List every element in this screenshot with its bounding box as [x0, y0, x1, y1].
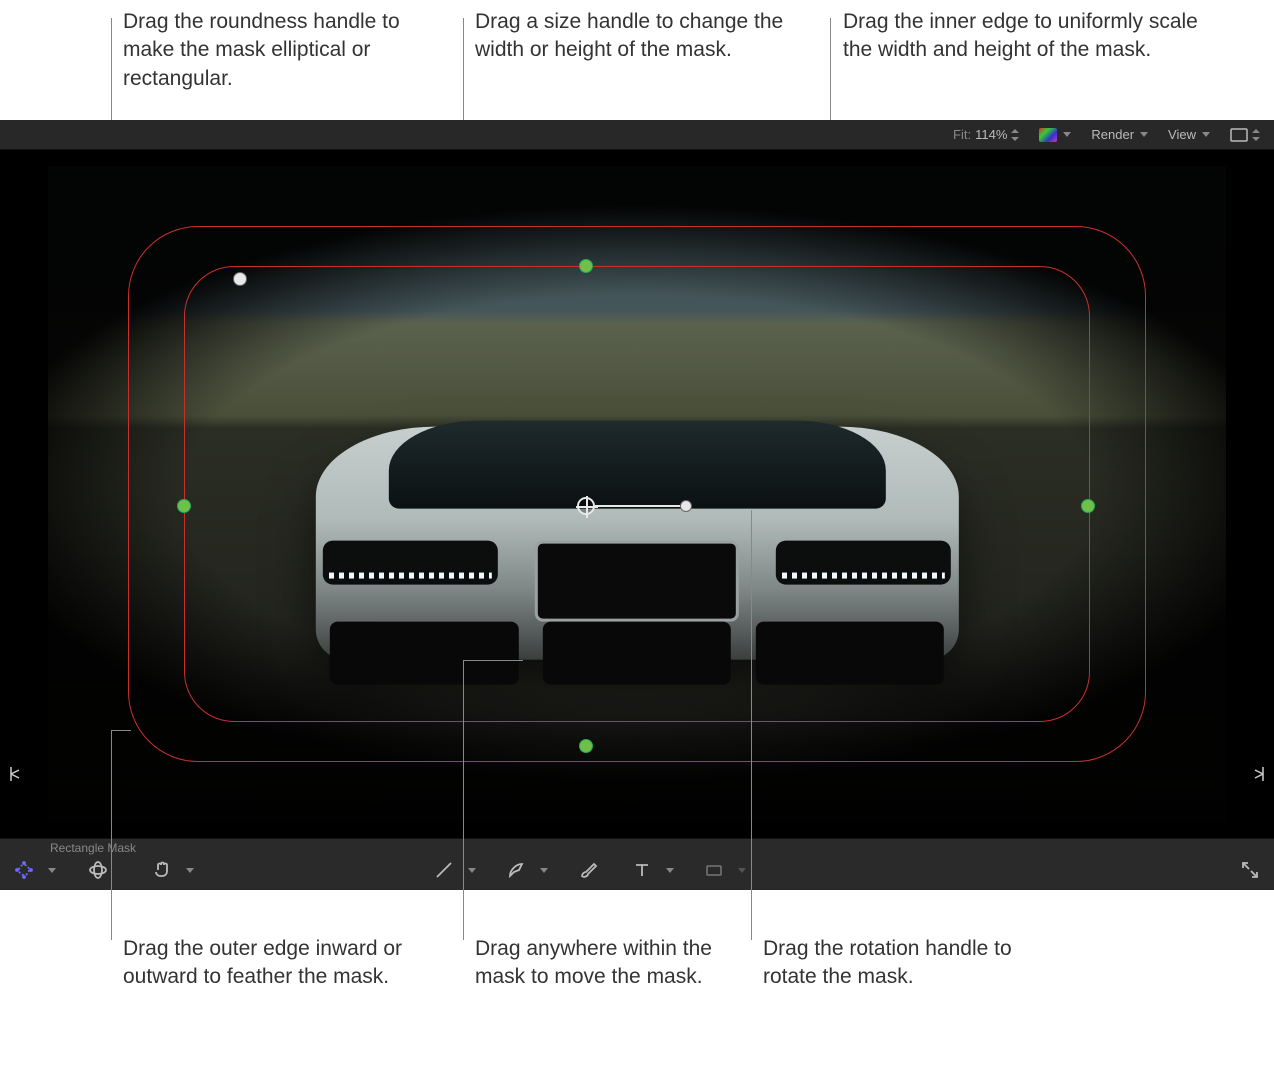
- viewer-overlay-popup[interactable]: [1226, 126, 1264, 144]
- chevron-down-icon: [48, 868, 56, 873]
- motion-canvas-window: Fit: 114% Render View: [0, 120, 1274, 890]
- rectangle-tool[interactable]: [700, 858, 728, 882]
- fullscreen-button[interactable]: [1236, 858, 1264, 882]
- color-channels-icon: [1039, 128, 1057, 142]
- chevron-down-icon: [1140, 132, 1148, 137]
- callout-line: [111, 730, 131, 731]
- stepper-icon: [1252, 129, 1260, 141]
- play-range-out-icon[interactable]: [1254, 766, 1264, 782]
- roundness-handle[interactable]: [234, 273, 246, 285]
- callout-size: Drag a size handle to change the width o…: [475, 8, 805, 65]
- rotation-handle[interactable]: [681, 501, 691, 511]
- fit-value: 114%: [975, 127, 1007, 142]
- world-3d-tool[interactable]: [84, 858, 112, 882]
- callout-line: [751, 510, 752, 940]
- fit-label: Fit:: [953, 127, 971, 142]
- transform-tool[interactable]: [10, 858, 38, 882]
- active-tool-label: Rectangle Mask: [50, 841, 136, 855]
- chevron-down-icon: [1063, 132, 1071, 137]
- chevron-down-icon: [1202, 132, 1210, 137]
- render-label: Render: [1091, 127, 1134, 142]
- rotation-arm: [595, 505, 685, 507]
- zoom-fit-control[interactable]: Fit: 114%: [949, 125, 1023, 144]
- hand-tool[interactable]: [148, 858, 176, 882]
- chevron-down-icon: [738, 868, 746, 873]
- callout-roundness: Drag the roundness handle to make the ma…: [123, 8, 453, 93]
- callout-move: Drag anywhere within the mask to move th…: [475, 935, 735, 992]
- mask-anchor[interactable]: [577, 497, 595, 515]
- view-menu[interactable]: View: [1164, 125, 1214, 144]
- pen-tool[interactable]: [502, 858, 530, 882]
- play-range-markers: [0, 766, 1274, 786]
- callout-outer: Drag the outer edge inward or outward to…: [123, 935, 413, 992]
- callout-line: [463, 660, 523, 661]
- viewer-top-toolbar: Fit: 114% Render View: [0, 120, 1274, 150]
- callout-line: [111, 730, 112, 940]
- render-menu[interactable]: Render: [1087, 125, 1152, 144]
- chevron-down-icon: [540, 868, 548, 873]
- stepper-icon: [1011, 129, 1019, 141]
- chevron-down-icon: [186, 868, 194, 873]
- canvas-bottom-toolbar: Rectangle Mask: [0, 838, 1274, 890]
- car-illustration: [272, 389, 1002, 704]
- view-label: View: [1168, 127, 1196, 142]
- canvas-viewer[interactable]: [0, 150, 1274, 838]
- color-channels-popup[interactable]: [1035, 126, 1075, 144]
- size-handle-bottom[interactable]: [580, 740, 592, 752]
- callout-rotate: Drag the rotation handle to rotate the m…: [763, 935, 1063, 992]
- chevron-down-icon: [666, 868, 674, 873]
- size-handle-left[interactable]: [178, 500, 190, 512]
- overlay-icon: [1230, 128, 1248, 142]
- callout-inner: Drag the inner edge to uniformly scale t…: [843, 8, 1213, 65]
- chevron-down-icon: [468, 868, 476, 873]
- text-tool[interactable]: [628, 858, 656, 882]
- canvas-frame: [48, 166, 1226, 822]
- callout-line: [463, 660, 464, 940]
- size-handle-top[interactable]: [580, 260, 592, 272]
- play-range-in-icon[interactable]: [10, 766, 20, 782]
- paintbrush-tool[interactable]: [574, 858, 602, 882]
- clip-image: [48, 166, 1226, 822]
- line-tool[interactable]: [430, 858, 458, 882]
- size-handle-right[interactable]: [1082, 500, 1094, 512]
